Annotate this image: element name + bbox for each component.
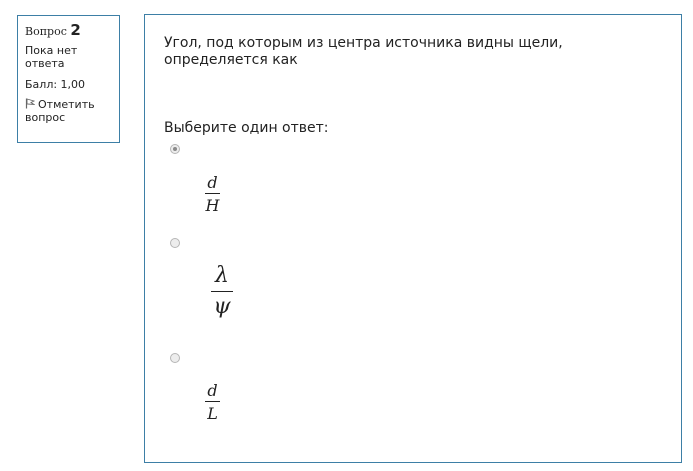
question-grade: Балл: 1,00 [25, 78, 86, 91]
question-number-heading: Вопрос 2 [25, 21, 112, 39]
question-label: Вопрос [25, 25, 67, 38]
answer-radio-2[interactable] [170, 238, 180, 248]
fraction-bar [205, 401, 220, 402]
flag-question-label: Отметить вопрос [25, 98, 95, 124]
fraction-bar [205, 193, 220, 194]
fraction-bar [211, 291, 233, 292]
question-text: Угол, под которым из центра источника ви… [164, 35, 563, 68]
answer-prompt: Выберите один ответ: [164, 120, 329, 136]
answer-option-3[interactable]: d L [205, 381, 220, 423]
answer-option-1[interactable]: d H [205, 173, 220, 215]
flag-icon [25, 98, 35, 109]
answer-radio-3[interactable] [170, 353, 180, 363]
answer-option-2[interactable]: λ ψ [211, 263, 233, 320]
answer-3-denominator: L [207, 404, 218, 423]
question-state: Пока нет ответа [25, 44, 78, 70]
flag-question-link[interactable]: Отметить вопрос [25, 98, 112, 124]
answer-1-denominator: H [205, 196, 220, 215]
answer-1-numerator: d [207, 173, 218, 192]
answer-radio-1[interactable] [170, 144, 180, 154]
question-info-panel: Вопрос 2 Пока нет ответа Балл: 1,00 Отме… [17, 15, 120, 143]
answer-3-numerator: d [207, 381, 218, 400]
answer-2-numerator: λ [215, 263, 229, 288]
question-content: Угол, под которым из центра источника ви… [144, 14, 682, 463]
question-number: 2 [70, 21, 81, 39]
answer-2-denominator: ψ [213, 294, 231, 319]
